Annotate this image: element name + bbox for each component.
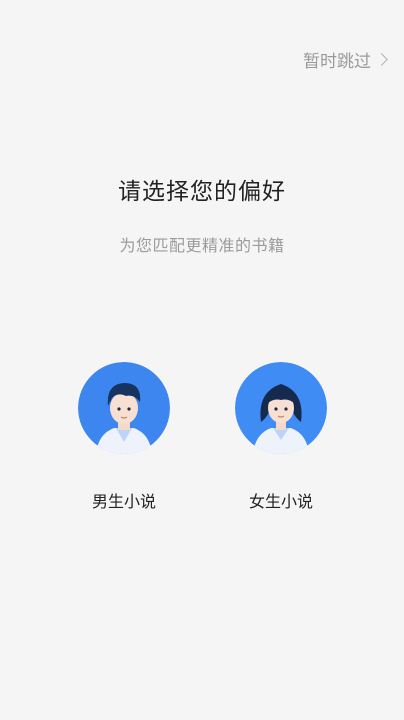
skip-label: 暂时跳过 <box>303 52 371 72</box>
male-avatar-icon[interactable] <box>78 362 170 454</box>
preference-screen: 暂时跳过 请选择您的偏好 为您匹配更精准的书籍 男生小说 女生小说 <box>0 0 404 720</box>
skip-button[interactable]: 暂时跳过 <box>303 47 388 72</box>
female-novel-label: 女生小说 <box>248 492 313 511</box>
female-novel-option[interactable]: 女生小说 <box>235 362 327 512</box>
male-novel-option[interactable]: 男生小说 <box>78 362 170 512</box>
page-title: 请选择您的偏好 <box>118 179 286 205</box>
female-avatar-icon[interactable] <box>235 362 327 454</box>
page-subtitle: 为您匹配更精准的书籍 <box>119 236 285 255</box>
chevron-right-icon <box>375 53 388 66</box>
male-novel-label: 男生小说 <box>91 492 156 511</box>
